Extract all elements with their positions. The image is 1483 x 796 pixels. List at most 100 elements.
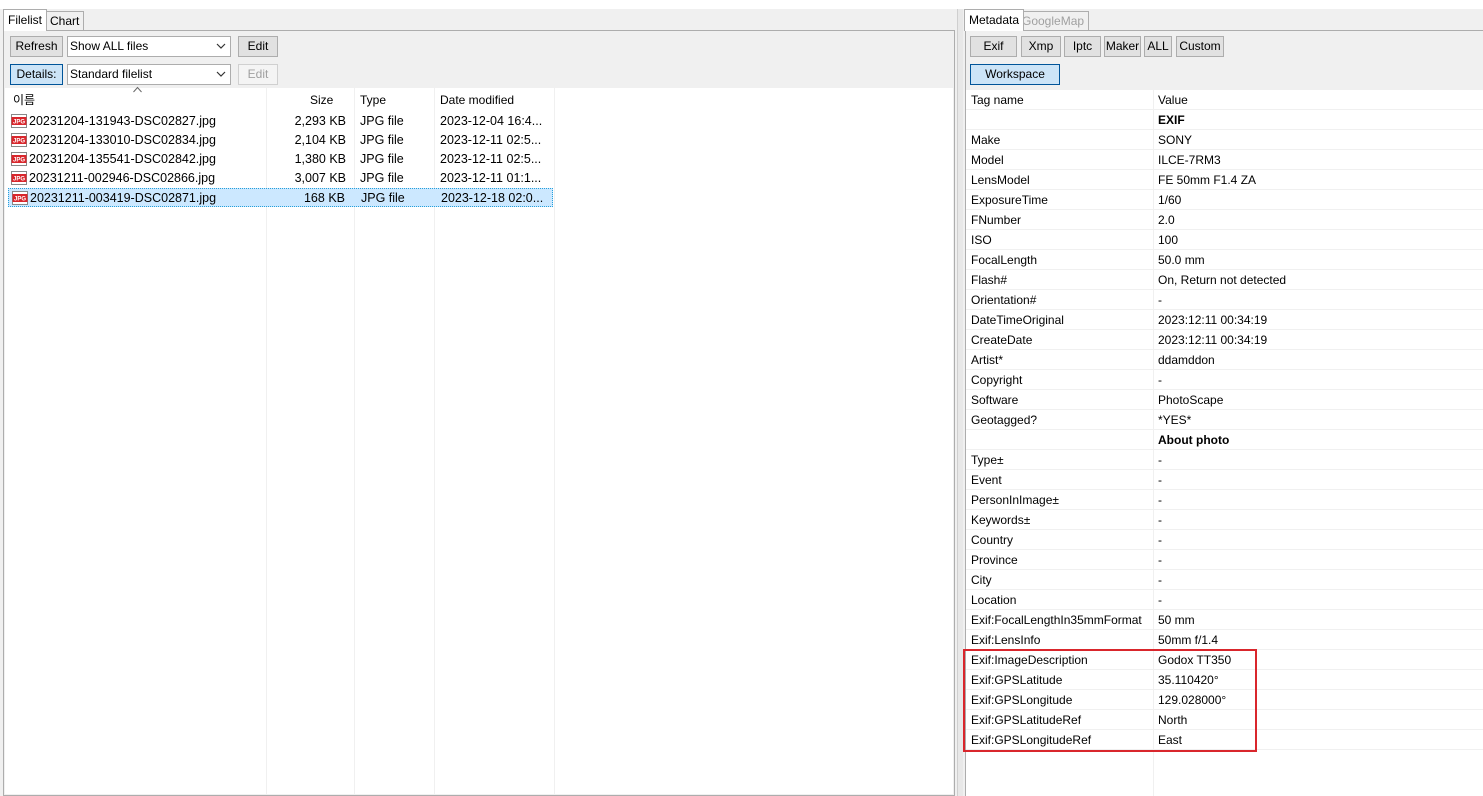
column-divider[interactable]	[554, 88, 555, 794]
metadata-value: -	[1158, 513, 1162, 527]
metadata-row[interactable]: Software PhotoScape	[966, 390, 1483, 410]
metadata-tag: Make	[971, 133, 1001, 147]
chevron-down-icon	[216, 43, 226, 49]
column-header-date[interactable]: Date modified	[440, 88, 514, 112]
file-row[interactable]: JPG 20231204-135541-DSC02842.jpg 1,380 KB J…	[8, 150, 553, 169]
metadata-row[interactable]: ISO 100	[966, 230, 1483, 250]
metadata-value: -	[1158, 573, 1162, 587]
jpg-file-icon: JPG	[11, 152, 27, 166]
metadata-row[interactable]: Orientation# -	[966, 290, 1483, 310]
details-button[interactable]: Details:	[10, 64, 63, 85]
metadata-table[interactable]: Tag name Value EXIF Make SONY Model ILCE-7RM…	[966, 90, 1483, 796]
column-header-value[interactable]: Value	[1158, 90, 1188, 110]
metadata-tag: PersonInImage±	[971, 493, 1059, 507]
column-header-name[interactable]: 이름	[13, 88, 35, 112]
metadata-row[interactable]: Type± -	[966, 450, 1483, 470]
file-date: 2023-12-11 02:5...	[440, 152, 542, 166]
metadata-panel: Exif Xmp Iptc Maker ALL Custom Workspace…	[965, 30, 1483, 796]
column-header-tag[interactable]: Tag name	[971, 90, 1024, 110]
metadata-row[interactable]: Make SONY	[966, 130, 1483, 150]
jpg-file-icon: JPG	[11, 171, 27, 185]
view-mode-select[interactable]: Standard filelist	[67, 64, 231, 85]
metadata-row[interactable]: FNumber 2.0	[966, 210, 1483, 230]
tab-chart[interactable]: Chart	[45, 11, 85, 31]
column-header-size[interactable]: Size	[310, 88, 333, 112]
edit-view-button: Edit	[238, 64, 278, 85]
metadata-section-row[interactable]: EXIF	[966, 110, 1483, 130]
metadata-row[interactable]: Country -	[966, 530, 1483, 550]
metadata-tag: FNumber	[971, 213, 1022, 227]
file-row[interactable]: JPG 20231204-133010-DSC02834.jpg 2,104 KB J…	[8, 131, 553, 150]
tab-filelist[interactable]: Filelist	[3, 9, 48, 31]
file-date: 2023-12-11 02:5...	[440, 133, 542, 147]
metadata-row[interactable]: Exif:GPSLatitude 35.110420°	[966, 670, 1483, 690]
refresh-button[interactable]: Refresh	[10, 36, 63, 57]
metadata-row[interactable]: Artist* ddamddon	[966, 350, 1483, 370]
workspace-button[interactable]: Workspace	[970, 64, 1060, 85]
iptc-button[interactable]: Iptc	[1064, 36, 1101, 57]
sort-ascending-icon	[133, 86, 142, 93]
metadata-tag: Software	[971, 393, 1019, 407]
metadata-row[interactable]: Exif:GPSLongitude 129.028000°	[966, 690, 1483, 710]
metadata-row[interactable]: Exif:GPSLongitudeRef East	[966, 730, 1483, 750]
metadata-row[interactable]: Copyright -	[966, 370, 1483, 390]
metadata-row[interactable]: Exif:ImageDescription Godox TT350	[966, 650, 1483, 670]
metadata-row[interactable]: Model ILCE-7RM3	[966, 150, 1483, 170]
metadata-row[interactable]: Flash# On, Return not detected	[966, 270, 1483, 290]
metadata-row[interactable]: Exif:LensInfo 50mm f/1.4	[966, 630, 1483, 650]
metadata-row[interactable]: Event -	[966, 470, 1483, 490]
file-type: JPG file	[361, 191, 405, 205]
exif-button[interactable]: Exif	[970, 36, 1017, 57]
edit-filter-button[interactable]: Edit	[238, 36, 278, 57]
file-row[interactable]: JPG 20231211-002946-DSC02866.jpg 3,007 KB J…	[8, 169, 553, 188]
metadata-value: ddamddon	[1158, 353, 1215, 367]
tab-googlemap[interactable]: GoogleMap	[1017, 11, 1090, 31]
svg-text:JPG: JPG	[13, 158, 25, 164]
metadata-row[interactable]: Exif:GPSLatitudeRef North	[966, 710, 1483, 730]
svg-text:JPG: JPG	[13, 120, 25, 126]
file-row[interactable]: JPG 20231204-131943-DSC02827.jpg 2,293 KB J…	[8, 112, 553, 131]
svg-text:JPG: JPG	[13, 139, 25, 145]
metadata-row[interactable]: FocalLength 50.0 mm	[966, 250, 1483, 270]
metadata-row[interactable]: PersonInImage± -	[966, 490, 1483, 510]
metadata-row[interactable]: City -	[966, 570, 1483, 590]
jpg-file-icon: JPG	[11, 114, 27, 128]
file-row[interactable]: JPG 20231211-003419-DSC02871.jpg 168 KB JPG…	[8, 188, 553, 207]
metadata-row[interactable]: Geotagged? *YES*	[966, 410, 1483, 430]
metadata-value: -	[1158, 373, 1162, 387]
metadata-row[interactable]: Province -	[966, 550, 1483, 570]
custom-button[interactable]: Custom	[1176, 36, 1224, 57]
metadata-tag: Province	[971, 553, 1018, 567]
metadata-row[interactable]: Keywords± -	[966, 510, 1483, 530]
file-filter-select[interactable]: Show ALL files	[67, 36, 231, 57]
metadata-section-row[interactable]: About photo	[966, 430, 1483, 450]
metadata-value: -	[1158, 493, 1162, 507]
metadata-value: 2.0	[1158, 213, 1175, 227]
view-mode-value: Standard filelist	[70, 67, 153, 81]
metadata-row[interactable]: Exif:FocalLengthIn35mmFormat 50 mm	[966, 610, 1483, 630]
column-header-type[interactable]: Type	[360, 88, 386, 112]
tab-metadata[interactable]: Metadata	[964, 9, 1025, 31]
file-list[interactable]: 이름 Size Type Date modified JPG 20231204-1…	[5, 86, 953, 794]
metadata-value: PhotoScape	[1158, 393, 1224, 407]
file-name: 20231211-002946-DSC02866.jpg	[29, 171, 216, 185]
metadata-tag: Keywords±	[971, 513, 1031, 527]
maker-button[interactable]: Maker	[1104, 36, 1141, 57]
metadata-value: ILCE-7RM3	[1158, 153, 1221, 167]
metadata-tag: Type±	[971, 453, 1004, 467]
file-name: 20231204-131943-DSC02827.jpg	[29, 114, 216, 128]
all-button[interactable]: ALL	[1144, 36, 1172, 57]
metadata-row[interactable]: CreateDate 2023:12:11 00:34:19	[966, 330, 1483, 350]
file-name: 20231204-135541-DSC02842.jpg	[29, 152, 216, 166]
xmp-button[interactable]: Xmp	[1021, 36, 1061, 57]
metadata-row[interactable]: Location -	[966, 590, 1483, 610]
metadata-row[interactable]: LensModel FE 50mm F1.4 ZA	[966, 170, 1483, 190]
metadata-tag: Event	[971, 473, 1002, 487]
metadata-row[interactable]: ExposureTime 1/60	[966, 190, 1483, 210]
file-type: JPG file	[360, 133, 404, 147]
window-top-strip	[0, 0, 1483, 9]
metadata-row[interactable]: DateTimeOriginal 2023:12:11 00:34:19	[966, 310, 1483, 330]
jpg-file-icon: JPG	[11, 133, 27, 147]
metadata-value: FE 50mm F1.4 ZA	[1158, 173, 1257, 187]
metadata-value: 50mm f/1.4	[1158, 633, 1219, 647]
